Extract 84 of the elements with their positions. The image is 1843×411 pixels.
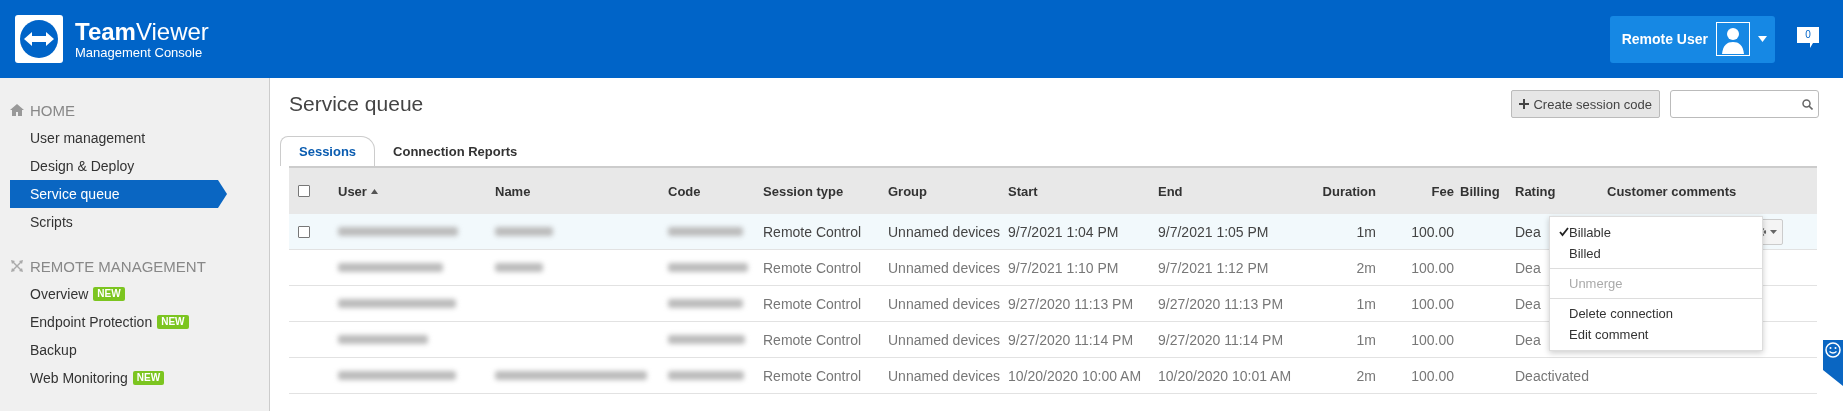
table-cell: Remote Control [763,331,862,348]
table-cell: Dea [1515,223,1541,240]
table-cell: 1m [1356,295,1376,312]
table-cell: 9/7/2021 1:04 PM [1008,223,1119,240]
table-cell: 10/20/2020 10:00 AM [1008,367,1142,384]
create-session-button[interactable]: Create session code [1511,90,1660,118]
column-header[interactable]: Name [495,183,531,199]
plus-icon [1519,99,1530,109]
new-badge: NEW [132,371,165,385]
tab[interactable]: Connection Reports [375,136,536,166]
table-cell: Dea [1515,259,1541,276]
brand-subtitle: Management Console [75,44,204,60]
nav-item[interactable]: Backup [10,336,218,364]
table-cell: 9/27/2020 11:13 PM [1158,295,1284,312]
caret-icon [1758,36,1767,42]
column-header[interactable]: Session type [763,183,844,199]
column-header[interactable]: Group [888,183,927,199]
table-cell: Remote Control [763,259,862,276]
table-cell: 100.00 [1411,259,1454,276]
checkbox[interactable] [298,185,310,197]
tab[interactable]: Sessions [280,136,376,166]
table-cell: 9/27/2020 11:13 PM [1008,295,1134,312]
home-icon [10,103,24,117]
table-cell: 2m [1356,367,1376,384]
section-title: REMOTE MANAGEMENT [30,257,206,275]
menu-item[interactable]: Edit comment [1550,324,1762,345]
table-cell: Unnamed devices [888,223,1001,240]
table-cell: 2m [1356,259,1376,276]
nav-item[interactable]: Web Monitoring NEW [10,364,218,392]
table-cell: Remote Control [763,223,862,240]
table-cell: 100.00 [1411,223,1454,240]
user-menu-button[interactable]: Remote User [1609,15,1775,63]
table-cell: Deactivated [1515,367,1589,384]
crossed-arrows-icon [10,259,24,273]
search-field[interactable] [1670,90,1819,118]
nav-item[interactable]: Design & Deploy [10,152,218,180]
column-header[interactable]: End [1158,183,1183,199]
table-cell: 100.00 [1411,295,1454,312]
logo-icon [15,15,63,63]
checkbox[interactable] [298,225,310,238]
nav-item[interactable]: Overview NEW [10,280,218,308]
brand-name: TeamViewer [75,18,209,45]
table-cell: 9/27/2020 11:14 PM [1008,331,1134,348]
new-badge: NEW [157,315,189,329]
table-cell: 1m [1356,223,1376,240]
column-header[interactable]: Billing [1460,183,1500,199]
menu-item[interactable]: Billed [1550,243,1762,264]
table-cell: Unnamed devices [888,331,1001,348]
table-cell: 1m [1356,331,1376,348]
nav-item[interactable]: Endpoint Protection NEW [10,308,218,336]
caret-icon [1770,229,1777,234]
avatar-icon [1716,22,1750,56]
table-cell: Unnamed devices [888,259,1001,276]
table-cell: 9/7/2021 1:05 PM [1158,223,1269,240]
search-icon [1802,98,1813,110]
table-cell: 100.00 [1411,367,1454,384]
table-cell: Remote Control [763,367,862,384]
column-header[interactable]: Start [1008,183,1038,199]
section-title: HOME [30,101,75,119]
check-icon [1559,226,1569,237]
table-cell: 9/7/2021 1:10 PM [1008,259,1119,276]
column-header[interactable]: Fee [1431,183,1454,199]
column-header[interactable]: User [338,183,367,199]
column-header[interactable]: Code [668,183,701,199]
table-cell: 100.00 [1411,331,1454,348]
table-cell: Dea [1515,295,1541,312]
table-cell: 9/7/2021 1:12 PM [1158,259,1269,276]
nav-item[interactable]: User management [10,124,218,152]
table-cell: 10/20/2020 10:01 AM [1158,367,1292,384]
menu-item[interactable]: Billable [1550,222,1762,243]
table-cell: 9/27/2020 11:14 PM [1158,331,1284,348]
nav-item[interactable]: Service queue [10,180,227,208]
new-badge: NEW [93,287,125,301]
column-header[interactable]: Rating [1515,183,1556,199]
column-header[interactable]: Customer comments [1607,183,1737,199]
menu-item[interactable]: Delete connection [1550,303,1762,324]
table-cell: Dea [1515,331,1541,348]
table-cell: Unnamed devices [888,295,1001,312]
column-header[interactable]: Duration [1322,183,1376,199]
table-cell: Remote Control [763,295,862,312]
feedback-tab[interactable] [1823,340,1843,386]
table-cell: Unnamed devices [888,367,1001,384]
nav-item[interactable]: Scripts [10,208,218,236]
page-title: Service queue [289,92,425,116]
